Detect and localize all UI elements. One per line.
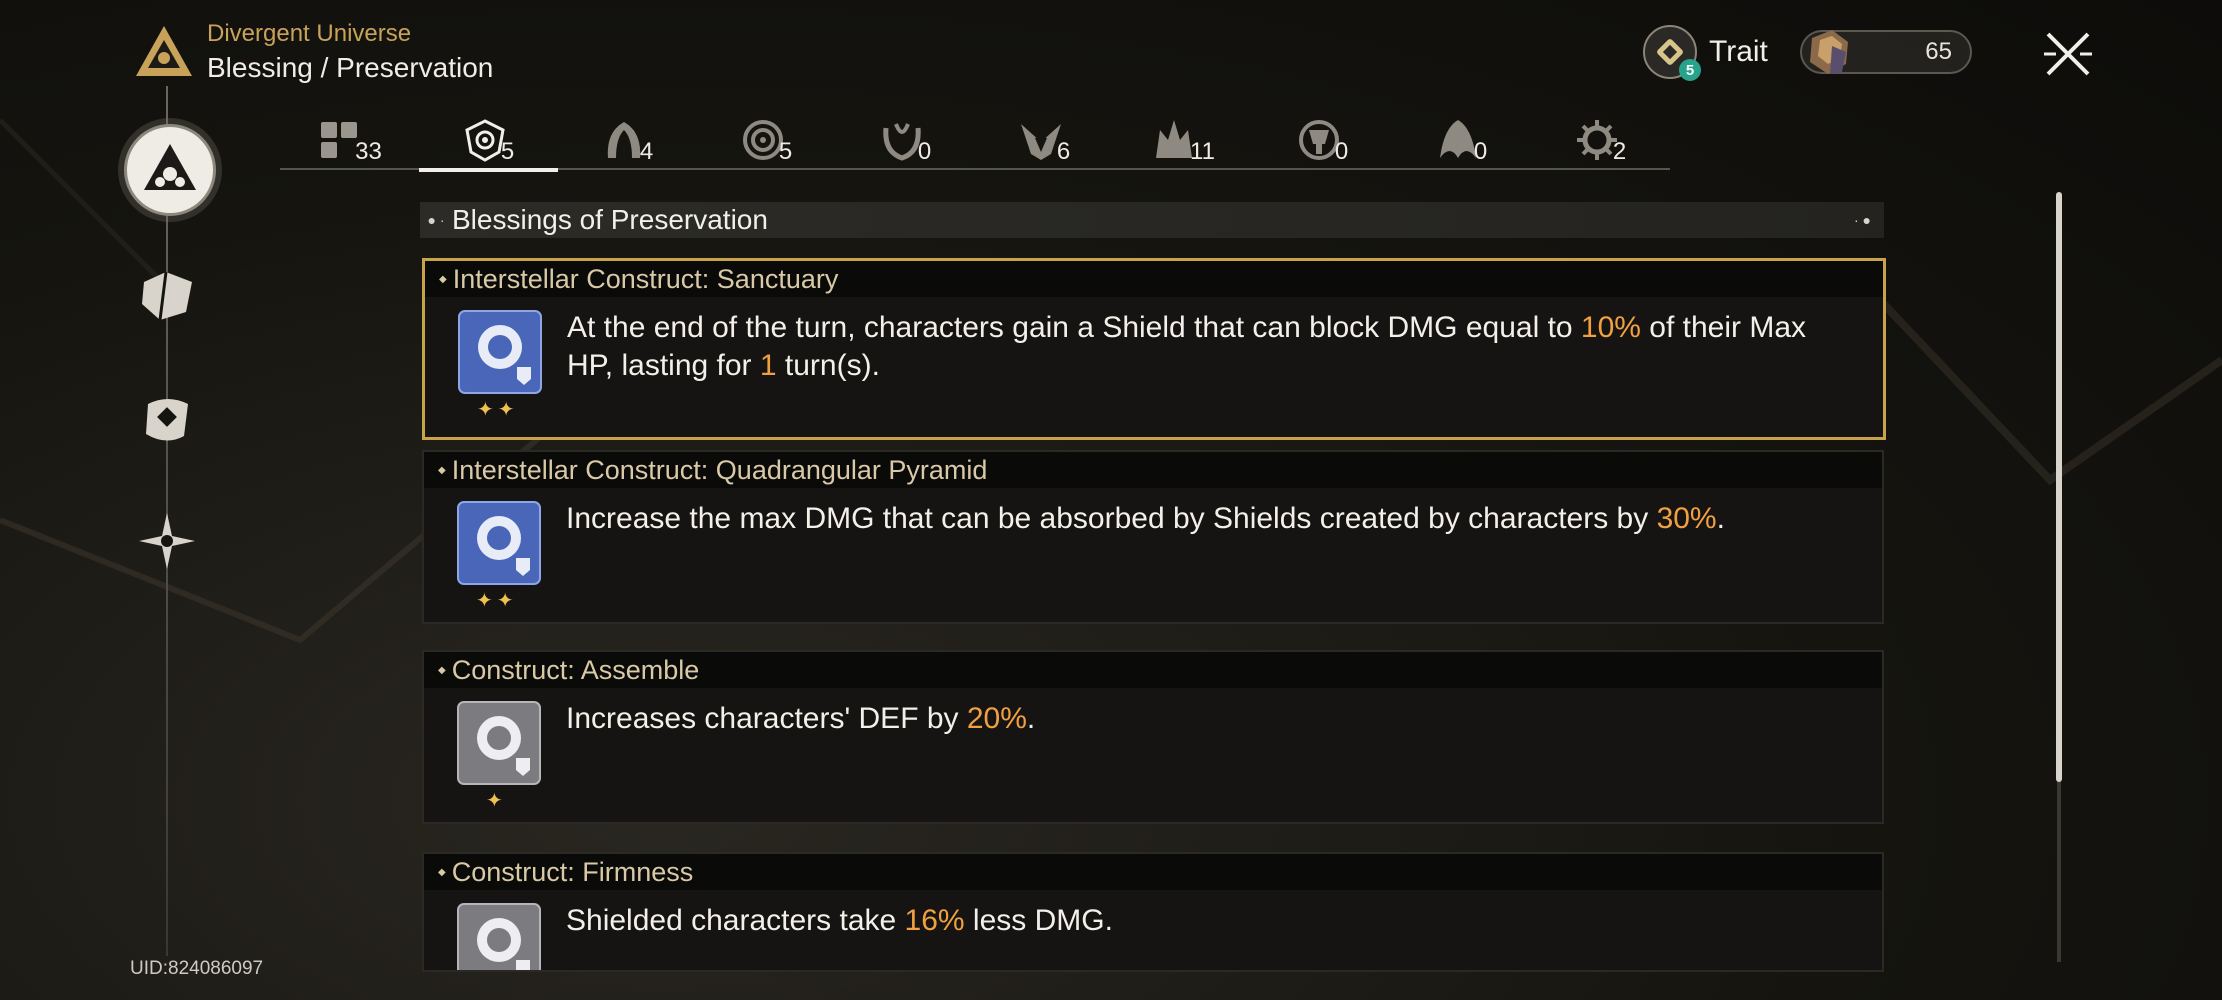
tab-count: 4	[639, 138, 654, 165]
cosmic-fragment-icon	[1802, 24, 1858, 80]
divergent-universe-logo-icon	[134, 24, 194, 78]
equation-card-icon	[146, 399, 188, 441]
tab-count: 5	[778, 138, 793, 165]
bullet-icon: ◆	[438, 866, 446, 878]
breadcrumb-mode: Divergent Universe	[207, 20, 412, 47]
tab-erudition[interactable]: 2	[1531, 110, 1670, 168]
blessing-card[interactable]: ◆ Interstellar Construct: Quadrangular P…	[422, 450, 1884, 624]
close-button[interactable]	[2040, 26, 2096, 82]
blessing-name: Interstellar Construct: Sanctuary	[452, 263, 839, 294]
list-scrollbar[interactable]	[2056, 192, 2062, 782]
tab-the-hunt[interactable]: 6	[975, 110, 1114, 168]
blessing-list-header: ● · Blessings of Preservation · ●	[420, 202, 1884, 238]
tab-nihility[interactable]: 5	[697, 110, 836, 168]
rarity-stars: ✦✦	[477, 399, 519, 421]
blessing-name: Construct: Firmness	[451, 856, 694, 887]
blessing-description: Shielded characters take 16% less DMG.	[566, 904, 1113, 937]
tab-remembrance[interactable]: 4	[558, 110, 697, 168]
highlight-value: 10%	[1580, 311, 1641, 344]
tab-count: 33	[355, 138, 382, 165]
tab-elation[interactable]: 0	[1253, 110, 1392, 168]
curio-icon	[142, 271, 192, 321]
highlight-value: 16%	[904, 904, 965, 937]
highlight-value: 20%	[966, 702, 1027, 735]
highlight-value: 30%	[1656, 502, 1717, 535]
tab-destruction[interactable]: 11	[1114, 110, 1253, 168]
tab-all[interactable]: 33	[280, 110, 419, 168]
blessing-card[interactable]: ◆ Interstellar Construct: Sanctuary ✦✦ A…	[422, 258, 1886, 440]
rail-item-blessings[interactable]	[124, 124, 216, 216]
trait-count-badge: 5	[1679, 59, 1701, 81]
preservation-blessing-icon	[457, 701, 541, 785]
tab-propagation[interactable]: 0	[1392, 110, 1531, 168]
blessing-name: Construct: Assemble	[451, 654, 700, 685]
bullet-icon: ◆	[438, 464, 446, 476]
blessing-card[interactable]: ◆ Construct: Assemble ✦ Increases charac…	[422, 650, 1884, 824]
close-icon	[2044, 32, 2092, 76]
blessing-description: At the end of the turn, characters gain …	[567, 311, 1807, 382]
tab-count: 0	[917, 138, 932, 165]
rail-item-occurrences[interactable]	[134, 508, 200, 574]
blessing-path-icon	[144, 144, 196, 190]
blessing-card[interactable]: ◆ Construct: Firmness Shielded character…	[422, 852, 1884, 972]
blessing-description: Increases characters' DEF by 20%.	[566, 702, 1036, 735]
trait-icon: 5	[1643, 25, 1701, 81]
player-uid: UID:824086097	[130, 958, 264, 979]
tab-count: 11	[1190, 138, 1215, 165]
tab-preservation[interactable]: 5	[419, 110, 558, 172]
currency-value: 65	[1925, 38, 1952, 65]
preservation-blessing-icon	[457, 501, 541, 585]
rail-item-curios[interactable]	[134, 262, 200, 328]
tab-count: 0	[1334, 138, 1349, 165]
page-title: Blessing / Preservation	[207, 52, 494, 83]
tab-count: 5	[500, 138, 515, 165]
header-dots-icon: · ●	[1854, 212, 1872, 228]
tab-abundance[interactable]: 0	[836, 110, 975, 168]
tab-count: 0	[1473, 138, 1488, 165]
trait-button[interactable]: 5 Trait	[1643, 24, 1768, 81]
tab-count: 6	[1056, 138, 1071, 165]
rarity-stars: ✦	[486, 790, 507, 812]
preservation-blessing-icon	[457, 903, 541, 970]
list-scroll-track	[2057, 782, 2061, 962]
star-sparkle-icon	[139, 513, 195, 569]
bullet-icon: ◆	[438, 664, 446, 676]
preservation-blessing-icon	[458, 310, 542, 394]
blessing-list-title: Blessings of Preservation	[452, 204, 768, 235]
rail-item-equations[interactable]	[134, 386, 200, 452]
trait-label: Trait	[1709, 35, 1768, 68]
bullet-icon: ◆	[439, 273, 447, 285]
blessing-name: Interstellar Construct: Quadrangular Pyr…	[451, 454, 988, 485]
highlight-value: 1	[759, 349, 777, 382]
path-filter-tabs: 33 5 4 5 0 6 11 0 0 2	[280, 110, 1670, 172]
header-dots-icon: ● ·	[427, 212, 445, 228]
currency-display: 65	[1800, 30, 1972, 74]
tab-count: 2	[1612, 138, 1627, 165]
rarity-stars: ✦✦	[476, 590, 518, 612]
blessing-description: Increase the max DMG that can be absorbe…	[566, 502, 1725, 535]
